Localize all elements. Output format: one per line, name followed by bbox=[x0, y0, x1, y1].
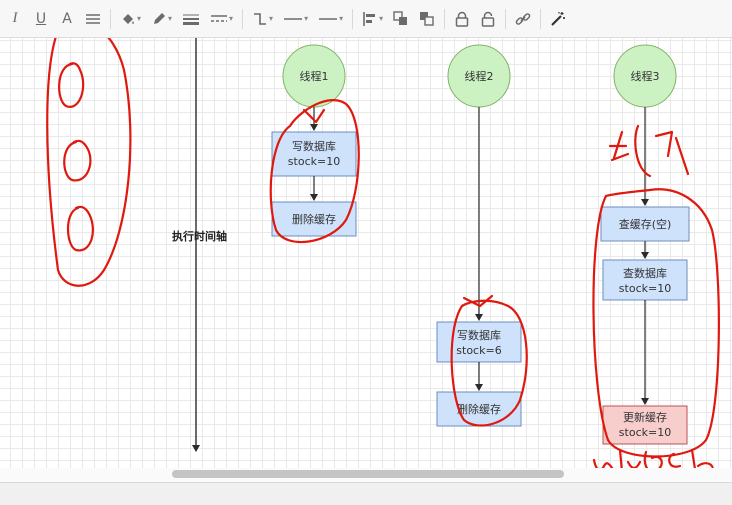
t2-write-db-line1: 写数据库 bbox=[457, 328, 501, 342]
italic-button[interactable]: I bbox=[4, 6, 26, 32]
dashed-line-icon bbox=[211, 14, 228, 22]
t1-write-db-box[interactable] bbox=[271, 131, 357, 177]
lock-icon bbox=[455, 11, 469, 27]
t1-write-db-line1: 写数据库 bbox=[292, 139, 336, 153]
bring-front-button[interactable] bbox=[390, 6, 412, 32]
timeline-label: 执行时间轴 bbox=[172, 229, 227, 243]
toolbar-divider bbox=[540, 8, 542, 29]
fill-color-button[interactable]: ▾ bbox=[117, 6, 144, 32]
line-width-icon bbox=[183, 14, 200, 25]
align-icon bbox=[86, 13, 100, 24]
send-to-back-icon bbox=[420, 11, 434, 26]
pencil-icon bbox=[154, 12, 166, 24]
ink-circle-3 bbox=[66, 205, 94, 252]
thread-2-label: 线程2 bbox=[465, 69, 494, 83]
diagram-canvas[interactable]: 执行时间轴 线程1 写数据库 stock=10 删除缓存 线程2 写数据库 st… bbox=[0, 38, 732, 478]
italic-icon: I bbox=[12, 10, 18, 26]
align-button[interactable] bbox=[82, 6, 104, 32]
toolbar-divider bbox=[110, 8, 111, 29]
toolbar-divider bbox=[505, 8, 507, 29]
paint-bucket-icon bbox=[123, 13, 134, 24]
underline-icon: U bbox=[35, 10, 47, 27]
t3-update-cache-line2: stock=10 bbox=[619, 426, 671, 439]
t3-read-db-line1: 查数据库 bbox=[623, 266, 667, 280]
align-shapes-button[interactable]: ▾ bbox=[359, 6, 386, 32]
toolbar-divider bbox=[352, 8, 354, 29]
thread-3-lane: 线程3 查缓存(空) 查数据库 stock=10 更新缓存 stock=10 bbox=[600, 44, 690, 445]
thread-1-lane: 线程1 写数据库 stock=10 删除缓存 bbox=[271, 44, 357, 237]
t3-query-cache-label: 查缓存(空) bbox=[619, 217, 672, 231]
line-color-button[interactable]: ▾ bbox=[148, 6, 175, 32]
lock-handwriting bbox=[608, 124, 690, 178]
toolbar-divider bbox=[242, 8, 244, 29]
elbow-connector-icon bbox=[254, 12, 267, 25]
link-button[interactable] bbox=[512, 6, 534, 32]
unlock-button[interactable] bbox=[477, 6, 499, 32]
line-style-button[interactable]: ▾ bbox=[207, 6, 236, 32]
lock-button[interactable] bbox=[451, 6, 473, 32]
line-width-button[interactable] bbox=[179, 6, 203, 32]
t1-delete-cache-label: 删除缓存 bbox=[292, 212, 336, 226]
start-arrow-button[interactable]: ▾ bbox=[280, 6, 311, 32]
t2-delete-cache-label: 删除缓存 bbox=[457, 402, 501, 416]
link-icon bbox=[515, 12, 531, 25]
thread-2-lane: 线程2 写数据库 stock=6 删除缓存 bbox=[436, 44, 522, 427]
thread-3-label: 线程3 bbox=[631, 69, 660, 83]
t1-write-db-line2: stock=10 bbox=[288, 155, 340, 168]
t3-read-db-line2: stock=10 bbox=[619, 282, 671, 295]
ink-circle-1 bbox=[58, 62, 85, 108]
toolbar-divider bbox=[444, 8, 446, 29]
line-end-icon bbox=[319, 17, 338, 20]
magic-wand-icon bbox=[551, 11, 566, 26]
page-footer-bar bbox=[0, 482, 732, 505]
magic-button[interactable] bbox=[547, 6, 569, 32]
line-start-icon bbox=[284, 17, 303, 20]
font-color-button[interactable]: A bbox=[56, 6, 78, 32]
bring-to-front-icon bbox=[393, 10, 408, 25]
unlock-icon bbox=[481, 11, 495, 27]
align-left-icon bbox=[363, 11, 376, 26]
format-toolbar: I U A ▾ ▾ ▾ ▾ ▾ ▾ ▾ bbox=[0, 0, 732, 38]
send-back-button[interactable] bbox=[416, 6, 438, 32]
t3-update-cache-line1: 更新缓存 bbox=[623, 410, 667, 424]
thread-1-label: 线程1 bbox=[300, 69, 329, 83]
diagram-svg: 执行时间轴 线程1 写数据库 stock=10 删除缓存 线程2 写数据库 st… bbox=[46, 38, 720, 478]
horizontal-scrollbar-thumb[interactable] bbox=[172, 470, 564, 478]
ink-circle-2 bbox=[63, 139, 92, 182]
t2-write-db-line2: stock=6 bbox=[456, 344, 501, 357]
font-color-icon: A bbox=[62, 10, 72, 27]
underline-button[interactable]: U bbox=[30, 6, 52, 32]
connector-style-button[interactable]: ▾ bbox=[249, 6, 276, 32]
end-arrow-button[interactable]: ▾ bbox=[315, 6, 346, 32]
